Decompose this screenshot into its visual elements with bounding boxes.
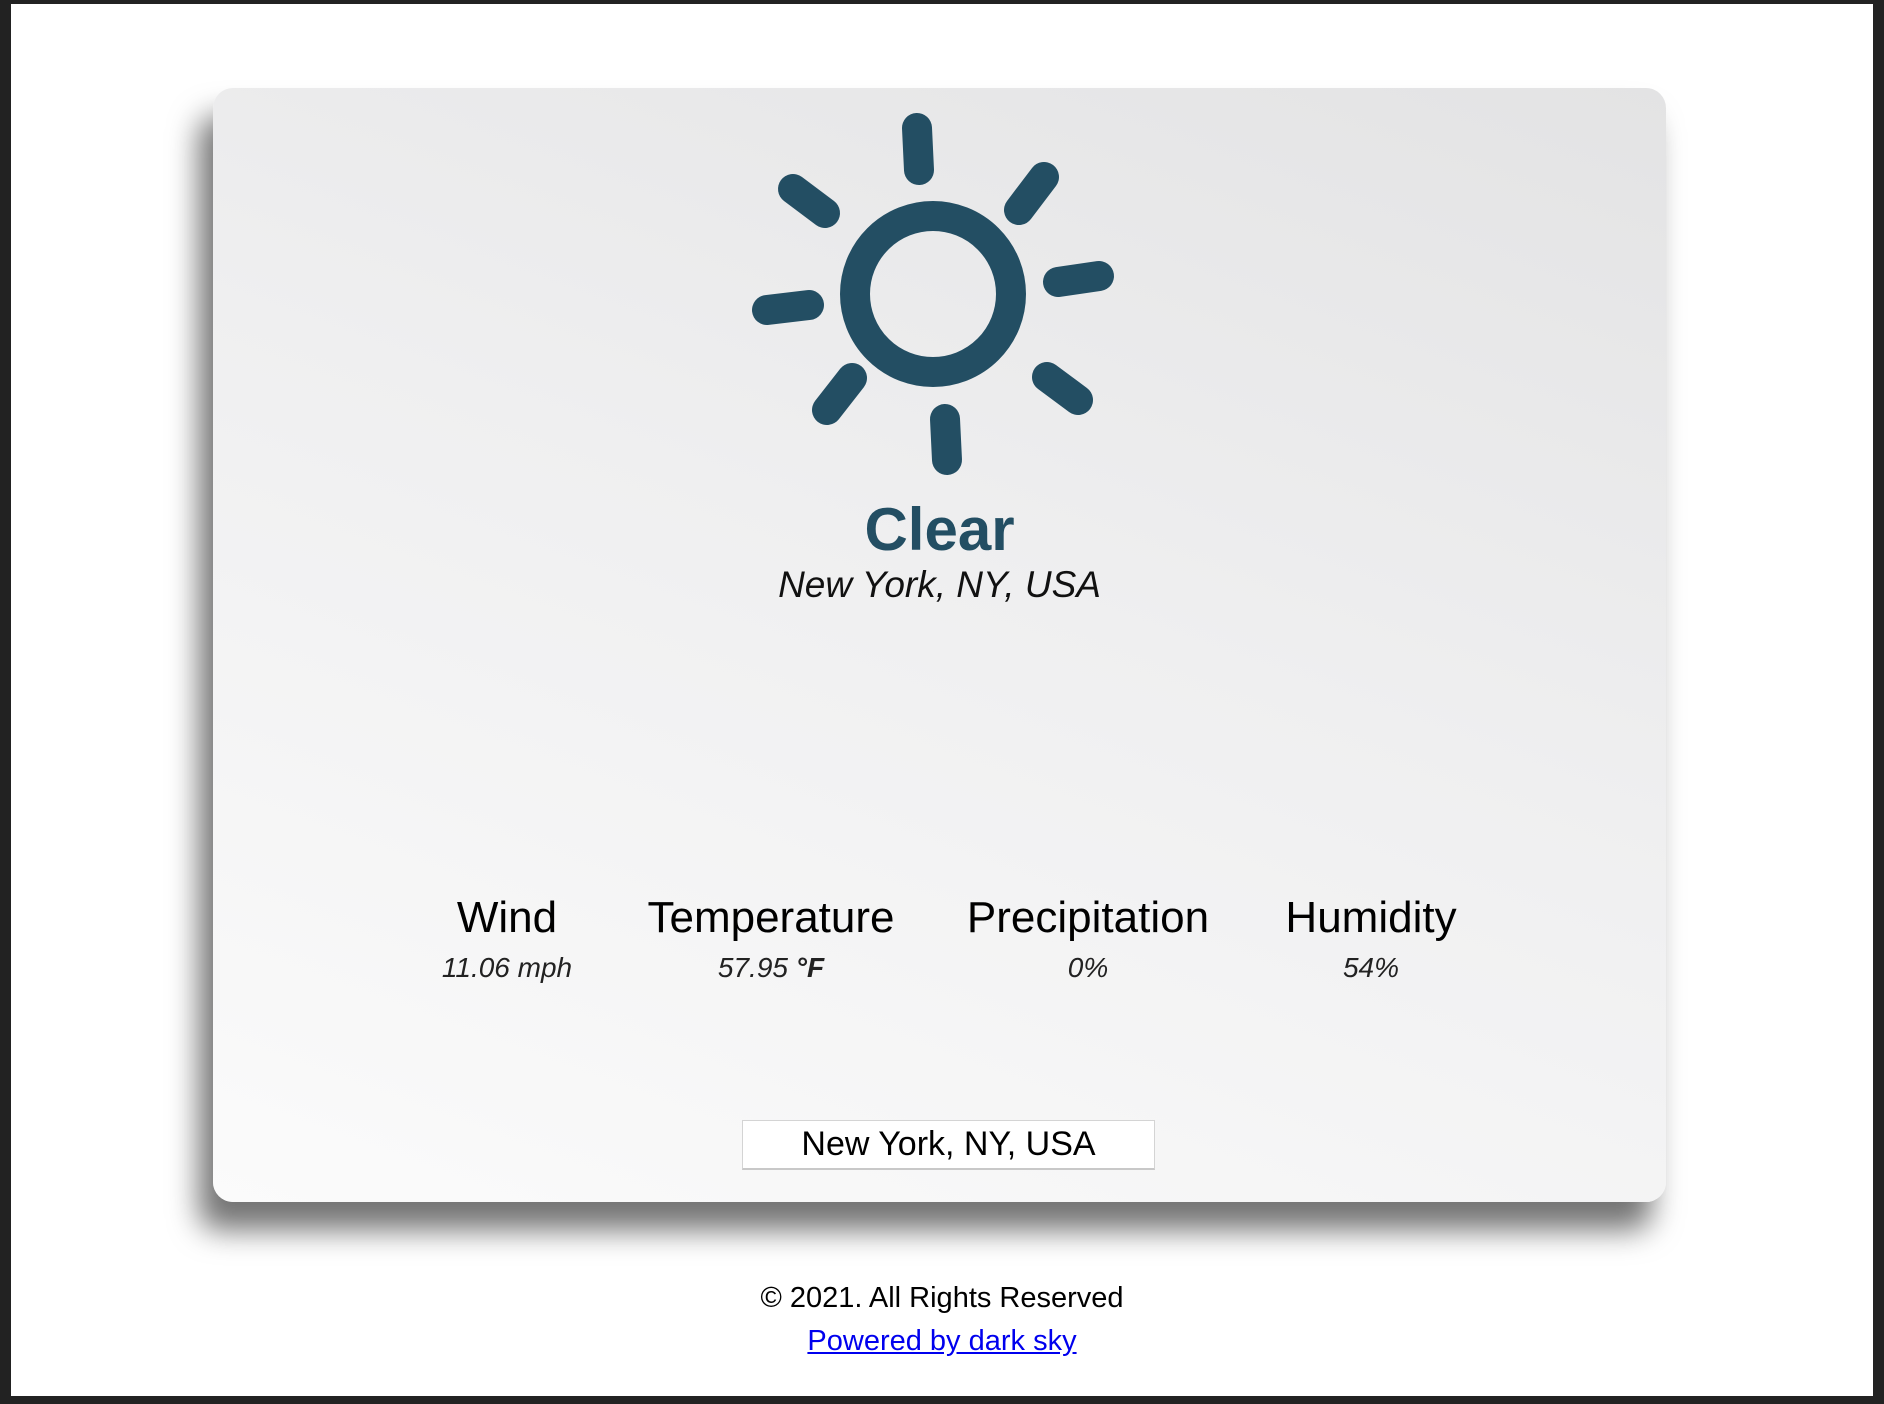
stat-temperature: Temperature 57.95 °F: [621, 896, 921, 982]
stat-precipitation: Precipitation 0%: [938, 896, 1238, 982]
sun-ray: [778, 174, 840, 228]
sun-ray: [1032, 362, 1093, 415]
powered-by-link[interactable]: Powered by dark sky: [807, 1327, 1076, 1356]
sun-ray: [812, 363, 867, 425]
stat-label: Humidity: [1285, 893, 1457, 942]
stat-wind: Wind 11.06 mph: [357, 896, 657, 982]
sun-ray: [752, 290, 824, 325]
stat-value-number: 54%: [1342, 952, 1400, 983]
footer: © 2021. All Rights Reserved Powered by d…: [11, 1284, 1873, 1356]
sun-ray: [930, 404, 962, 475]
sun-ray: [902, 113, 934, 185]
stat-label: Temperature: [647, 893, 895, 942]
stat-value: 0%: [938, 954, 1238, 982]
stat-value-number: 57.95: [717, 952, 796, 983]
stat-unit: °F: [795, 952, 825, 983]
sun-ray: [1004, 162, 1059, 225]
page: Clear New York, NY, USA Wind 11.06 mph T…: [11, 4, 1873, 1396]
stat-value-number: 0%: [1067, 952, 1109, 983]
location-search-input[interactable]: [742, 1120, 1155, 1170]
stat-humidity: Humidity 54%: [1221, 896, 1521, 982]
stat-value: 57.95 °F: [621, 954, 921, 982]
weather-location: New York, NY, USA: [778, 564, 1101, 605]
stat-label: Precipitation: [966, 893, 1210, 942]
sun-ray: [1043, 261, 1114, 297]
stat-value: 54%: [1221, 954, 1521, 982]
sun-icon: [752, 113, 1114, 475]
stat-label: Wind: [456, 893, 558, 942]
stat-value: 11.06 mph: [357, 954, 657, 982]
weather-summary: Clear: [864, 496, 1015, 563]
stat-value-number: 11.06 mph: [441, 952, 573, 983]
copyright-text: © 2021. All Rights Reserved: [760, 1282, 1124, 1314]
weather-card: Clear New York, NY, USA Wind 11.06 mph T…: [213, 88, 1666, 1202]
